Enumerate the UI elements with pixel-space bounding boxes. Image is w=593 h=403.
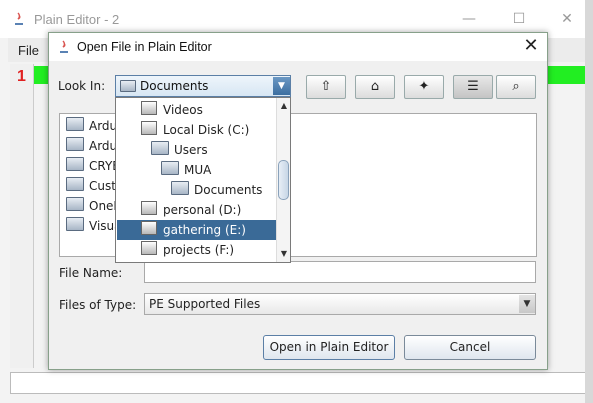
- home-button[interactable]: ⌂: [355, 75, 395, 99]
- files-of-type-combo[interactable]: PE Supported Files ▼: [144, 293, 536, 315]
- popup-item-label: personal (D:): [163, 203, 242, 217]
- drive-icon: [141, 201, 157, 215]
- scrollbar-thumb[interactable]: [278, 160, 289, 200]
- popup-item-label: projects (F:): [163, 243, 235, 257]
- folder-icon: [66, 137, 84, 151]
- folder-icon: [66, 197, 84, 211]
- background-edge: [585, 0, 593, 403]
- up-folder-icon: ⇧: [320, 79, 332, 94]
- file-name-label: File Name:: [59, 266, 123, 280]
- drive-icon: [141, 101, 157, 115]
- popup-item[interactable]: projects (F:): [117, 240, 277, 260]
- popup-item[interactable]: Documents: [117, 180, 277, 200]
- folder-icon: [66, 217, 84, 231]
- popup-item-label: Documents: [194, 183, 263, 197]
- drive-icon: [141, 121, 157, 135]
- folder-icon: [171, 181, 189, 195]
- java-app-icon: [12, 11, 26, 27]
- popup-item[interactable]: personal (D:): [117, 200, 277, 220]
- line-number-gutter: [10, 64, 34, 368]
- up-folder-button[interactable]: ⇧: [306, 75, 346, 99]
- list-icon: ☰: [467, 79, 479, 94]
- popup-item-label: Users: [174, 143, 208, 157]
- new-folder-button[interactable]: ✦: [404, 75, 444, 99]
- line-number: 1: [17, 68, 26, 85]
- minimize-icon[interactable]: —: [454, 8, 484, 30]
- list-item[interactable]: Ardui: [66, 136, 121, 156]
- folder-icon: [66, 157, 84, 171]
- cancel-button[interactable]: Cancel: [404, 335, 536, 360]
- dialog-title: Open File in Plain Editor: [77, 40, 212, 54]
- folder-icon: [161, 161, 179, 175]
- chevron-down-icon[interactable]: ▼: [519, 295, 535, 313]
- home-icon: ⌂: [370, 79, 380, 94]
- new-folder-icon: ✦: [418, 79, 430, 94]
- drive-icon: [141, 221, 157, 235]
- popup-item-label: MUA: [184, 163, 212, 177]
- folder-icon: [66, 117, 84, 131]
- folder-icon: [151, 141, 169, 155]
- list-item[interactable]: OneN: [66, 196, 122, 216]
- scroll-down-icon[interactable]: ▼: [277, 248, 291, 260]
- popup-item-selected[interactable]: gathering (E:): [117, 220, 277, 240]
- look-in-combo[interactable]: Documents ▼: [115, 75, 291, 97]
- popup-item[interactable]: MUA: [117, 160, 277, 180]
- menu-file[interactable]: File: [10, 41, 47, 61]
- popup-item[interactable]: Local Disk (C:): [117, 120, 277, 140]
- look-in-value: Documents: [140, 79, 209, 93]
- file-name-input[interactable]: [144, 261, 536, 283]
- details-view-button[interactable]: ⌕: [496, 75, 536, 99]
- scroll-up-icon[interactable]: ▲: [277, 100, 291, 112]
- drive-icon: [141, 241, 157, 255]
- popup-item-label: Local Disk (C:): [163, 123, 250, 137]
- popup-item[interactable]: Videos: [117, 100, 277, 120]
- chevron-down-icon[interactable]: ▼: [273, 77, 290, 95]
- files-of-type-value: PE Supported Files: [149, 297, 261, 311]
- folder-icon: [120, 80, 136, 92]
- files-of-type-label: Files of Type:: [59, 298, 137, 312]
- popup-scrollbar[interactable]: ▲ ▼: [276, 98, 290, 262]
- look-in-popup[interactable]: Videos Local Disk (C:) Users MUA Documen…: [115, 97, 291, 263]
- popup-item[interactable]: Users: [117, 140, 277, 160]
- list-item[interactable]: Ardui: [66, 116, 121, 136]
- look-in-label: Look In:: [58, 79, 106, 93]
- background-window-title: Plain Editor - 2: [34, 12, 120, 27]
- java-app-icon: [57, 39, 71, 55]
- list-item[interactable]: Visua: [66, 216, 122, 236]
- open-button[interactable]: Open in Plain Editor: [263, 335, 395, 360]
- close-icon[interactable]: ✕: [519, 35, 543, 59]
- popup-item-label: gathering (E:): [163, 223, 246, 237]
- list-item[interactable]: CRYE: [66, 156, 120, 176]
- status-field[interactable]: [10, 372, 586, 394]
- popup-item-label: Videos: [163, 103, 203, 117]
- list-view-button[interactable]: ☰: [453, 75, 493, 99]
- close-icon[interactable]: ✕: [552, 8, 582, 30]
- maximize-icon[interactable]: ☐: [504, 8, 534, 30]
- folder-icon: [66, 177, 84, 191]
- details-icon: ⌕: [512, 79, 520, 94]
